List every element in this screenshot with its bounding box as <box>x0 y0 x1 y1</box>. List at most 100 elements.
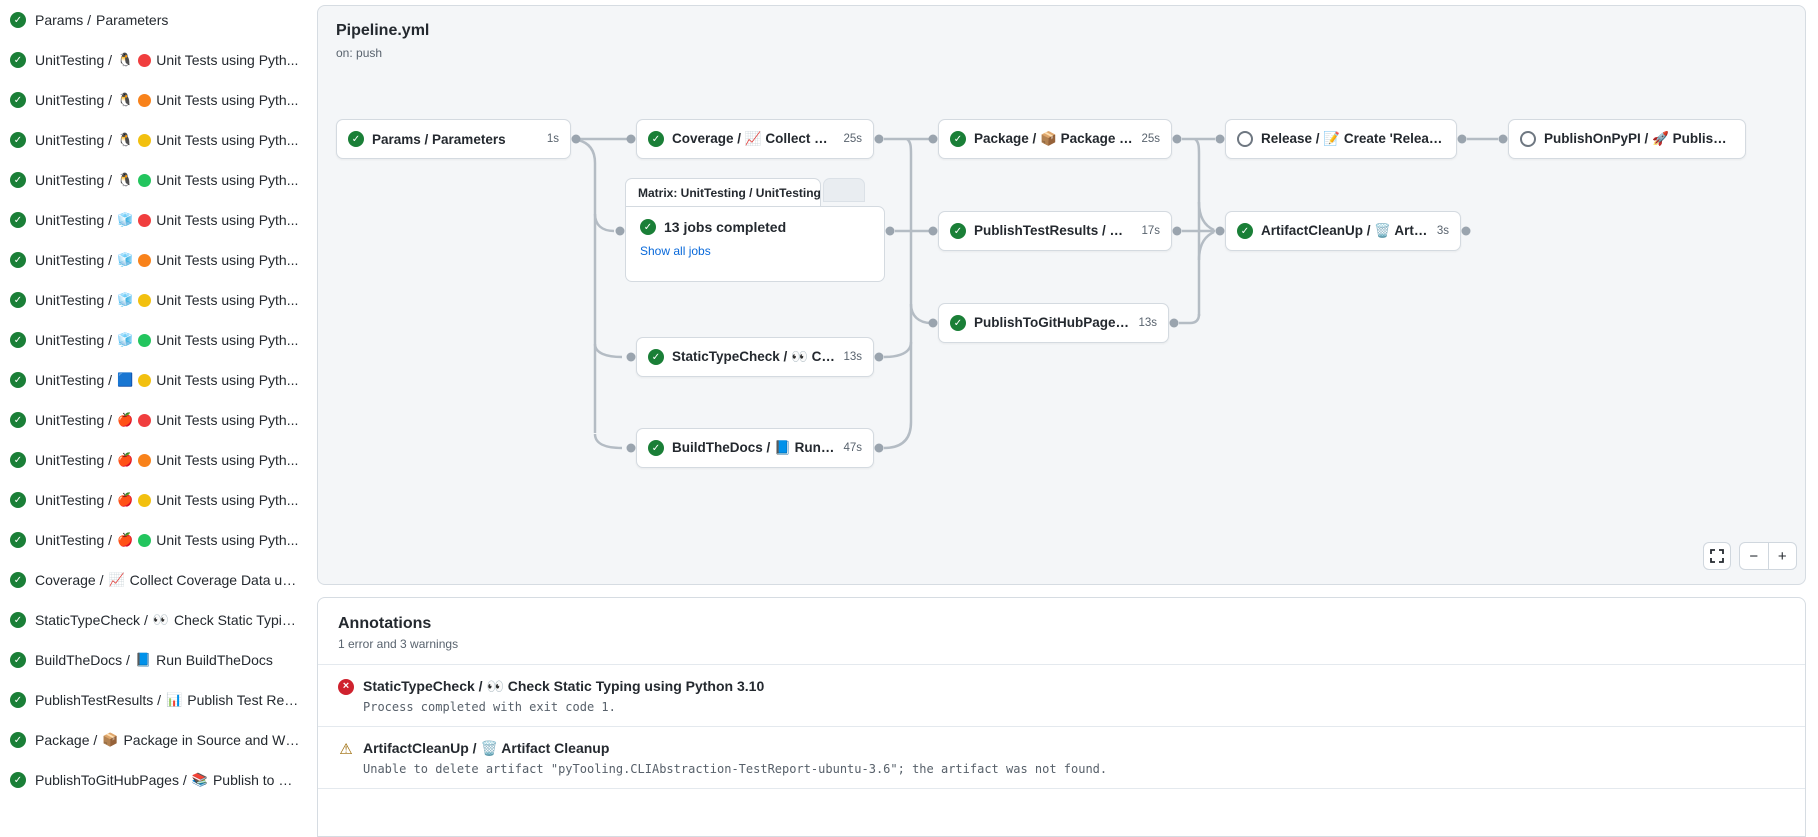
pipeline-job-node[interactable]: ✓ PublishTestResults / 📊 Pu... 17s <box>938 211 1172 251</box>
status-icon: ✓ <box>648 440 664 456</box>
success-check-icon: ✓ <box>10 332 26 348</box>
sidebar-job-label: UnitTesting / 🍎 Unit Tests using Pyth... <box>35 492 298 508</box>
success-check-icon: ✓ <box>10 212 26 228</box>
sidebar-job-item[interactable]: ✓ PublishToGitHubPages / 📚 Publish to G.… <box>0 760 300 800</box>
job-emoji-icon: 🍎 <box>117 412 133 428</box>
sidebar-job-item[interactable]: ✓ UnitTesting / 🐧 Unit Tests using Pyth.… <box>0 40 300 80</box>
job-duration: 1s <box>547 133 559 145</box>
success-check-icon: ✓ <box>10 772 26 788</box>
job-list-sidebar: ✓ Params / Parameters ✓ UnitTesting / 🐧 … <box>0 0 300 815</box>
sidebar-job-label: Coverage / 📈 Collect Coverage Data usi..… <box>35 572 300 588</box>
status-icon <box>1237 131 1253 147</box>
sidebar-job-item[interactable]: ✓ UnitTesting / 🧊 Unit Tests using Pyth.… <box>0 320 300 360</box>
zoom-out-button[interactable]: − <box>1740 543 1769 569</box>
success-check-icon: ✓ <box>10 412 26 428</box>
python-version-dot-icon <box>138 54 151 67</box>
pipeline-job-node[interactable]: ✓ StaticTypeCheck / 👀 Chec... 13s <box>636 337 874 377</box>
pipeline-job-node[interactable]: ✓ Package / 📦 Package in So... 25s <box>938 119 1172 159</box>
sidebar-job-item[interactable]: ✓ UnitTesting / 🐧 Unit Tests using Pyth.… <box>0 120 300 160</box>
success-check-icon: ✓ <box>10 652 26 668</box>
python-version-dot-icon <box>138 94 151 107</box>
sidebar-job-item[interactable]: ✓ PublishTestResults / 📊 Publish Test Re… <box>0 680 300 720</box>
sidebar-job-item[interactable]: ✓ Package / 📦 Package in Source and Wh..… <box>0 720 300 760</box>
job-duration: 25s <box>843 133 862 145</box>
sidebar-job-item[interactable]: ✓ BuildTheDocs / 📘 Run BuildTheDocs <box>0 640 300 680</box>
python-version-dot-icon <box>138 214 151 227</box>
job-emoji-icon: 📘 <box>135 652 151 668</box>
sidebar-job-item[interactable]: ✓ UnitTesting / 🧊 Unit Tests using Pyth.… <box>0 280 300 320</box>
success-check-icon: ✓ <box>10 612 26 628</box>
sidebar-job-item[interactable]: ✓ Params / Parameters <box>0 0 300 40</box>
status-icon: ✓ <box>348 131 364 147</box>
sidebar-job-label: UnitTesting / 🐧 Unit Tests using Pyth... <box>35 52 298 68</box>
success-check-icon: ✓ <box>10 692 26 708</box>
pipeline-edges <box>318 6 1806 585</box>
sidebar-job-item[interactable]: ✓ UnitTesting / 🍎 Unit Tests using Pyth.… <box>0 400 300 440</box>
sidebar-job-item[interactable]: ✓ UnitTesting / 🧊 Unit Tests using Pyth.… <box>0 200 300 240</box>
status-icon: ✓ <box>950 131 966 147</box>
annotation-title[interactable]: StaticTypeCheck / 👀 Check Static Typing … <box>363 678 764 695</box>
sidebar-job-label: UnitTesting / 🧊 Unit Tests using Pyth... <box>35 252 298 268</box>
sidebar-job-item[interactable]: ✓ UnitTesting / 🟦 Unit Tests using Pyth.… <box>0 360 300 400</box>
graph-zoom-controls: − + <box>1703 542 1797 570</box>
matrix-group-box[interactable]: ✓ 13 jobs completed Show all jobs <box>625 206 885 282</box>
pipeline-job-node[interactable]: Release / 📝 Create 'Release P... <box>1225 119 1457 159</box>
sidebar-job-item[interactable]: ✓ UnitTesting / 🍎 Unit Tests using Pyth.… <box>0 520 300 560</box>
python-version-dot-icon <box>138 374 151 387</box>
job-node-label: PublishTestResults / 📊 Pu... <box>974 223 1133 239</box>
annotation-severity-icon: ⚠ <box>338 741 354 757</box>
matrix-tab-stack-decoration <box>823 178 865 202</box>
sidebar-job-item[interactable]: ✓ UnitTesting / 🐧 Unit Tests using Pyth.… <box>0 80 300 120</box>
pipeline-job-node[interactable]: ✓ Params / Parameters 1s <box>336 119 571 159</box>
pipeline-job-node[interactable]: ✓ BuildTheDocs / 📘 Run Buil... 47s <box>636 428 874 468</box>
python-version-dot-icon <box>138 134 151 147</box>
sidebar-job-label: PublishToGitHubPages / 📚 Publish to G... <box>35 772 300 788</box>
job-emoji-icon: 🍎 <box>117 492 133 508</box>
status-icon <box>1520 131 1536 147</box>
job-node-label: Package / 📦 Package in So... <box>974 131 1133 147</box>
pipeline-job-node[interactable]: ✓ PublishToGitHubPages / 📚 ... 13s <box>938 303 1169 343</box>
sidebar-job-item[interactable]: ✓ UnitTesting / 🍎 Unit Tests using Pyth.… <box>0 480 300 520</box>
sidebar-job-item[interactable]: ✓ UnitTesting / 🧊 Unit Tests using Pyth.… <box>0 240 300 280</box>
sidebar-job-label: UnitTesting / 🍎 Unit Tests using Pyth... <box>35 412 298 428</box>
fullscreen-button[interactable] <box>1703 542 1731 570</box>
job-node-label: Release / 📝 Create 'Release P... <box>1261 131 1445 147</box>
annotations-panel: Annotations 1 error and 3 warnings × Sta… <box>317 597 1806 837</box>
annotation-detail: Process completed with exit code 1. <box>363 700 1785 714</box>
job-duration: 47s <box>843 442 862 454</box>
python-version-dot-icon <box>138 334 151 347</box>
matrix-summary: 13 jobs completed <box>664 219 786 235</box>
sidebar-job-item[interactable]: ✓ UnitTesting / 🐧 Unit Tests using Pyth.… <box>0 160 300 200</box>
matrix-group-tab[interactable]: Matrix: UnitTesting / UnitTesting <box>625 178 821 206</box>
sidebar-job-item[interactable]: ✓ StaticTypeCheck / 👀 Check Static Typin… <box>0 600 300 640</box>
sidebar-job-label: PublishTestResults / 📊 Publish Test Resu… <box>35 692 300 708</box>
sidebar-job-label: StaticTypeCheck / 👀 Check Static Typing.… <box>35 612 300 628</box>
sidebar-job-label: UnitTesting / 🟦 Unit Tests using Pyth... <box>35 372 298 388</box>
annotation-title[interactable]: ArtifactCleanUp / 🗑️ Artifact Cleanup <box>363 740 609 757</box>
job-node-label: Coverage / 📈 Collect Cove... <box>672 131 835 147</box>
pipeline-graph-panel[interactable]: Pipeline.yml on: push <box>317 5 1806 585</box>
job-duration: 25s <box>1141 133 1160 145</box>
pipeline-job-node[interactable]: ✓ Coverage / 📈 Collect Cove... 25s <box>636 119 874 159</box>
job-duration: 17s <box>1141 225 1160 237</box>
sidebar-job-label: UnitTesting / 🐧 Unit Tests using Pyth... <box>35 172 298 188</box>
python-version-dot-icon <box>138 254 151 267</box>
sidebar-job-label: UnitTesting / 🧊 Unit Tests using Pyth... <box>35 212 298 228</box>
fullscreen-icon <box>1710 549 1724 563</box>
pipeline-job-node[interactable]: ✓ ArtifactCleanUp / 🗑️ Artifac... 3s <box>1225 211 1461 251</box>
annotations-title: Annotations <box>338 615 1785 633</box>
status-icon: ✓ <box>950 223 966 239</box>
show-all-jobs-link[interactable]: Show all jobs <box>640 244 711 258</box>
success-check-icon: ✓ <box>10 172 26 188</box>
job-duration: 13s <box>1138 317 1157 329</box>
sidebar-job-item[interactable]: ✓ UnitTesting / 🍎 Unit Tests using Pyth.… <box>0 440 300 480</box>
success-check-icon: ✓ <box>640 219 656 235</box>
zoom-in-button[interactable]: + <box>1769 543 1797 569</box>
job-node-label: ArtifactCleanUp / 🗑️ Artifac... <box>1261 223 1429 239</box>
pipeline-job-node[interactable]: PublishOnPyPI / 🚀 Publish to ... <box>1508 119 1746 159</box>
job-node-label: StaticTypeCheck / 👀 Chec... <box>672 349 835 365</box>
sidebar-job-item[interactable]: ✓ Coverage / 📈 Collect Coverage Data usi… <box>0 560 300 600</box>
sidebar-job-label: UnitTesting / 🧊 Unit Tests using Pyth... <box>35 332 298 348</box>
job-emoji-icon: 🐧 <box>117 92 133 108</box>
job-duration: 3s <box>1437 225 1449 237</box>
